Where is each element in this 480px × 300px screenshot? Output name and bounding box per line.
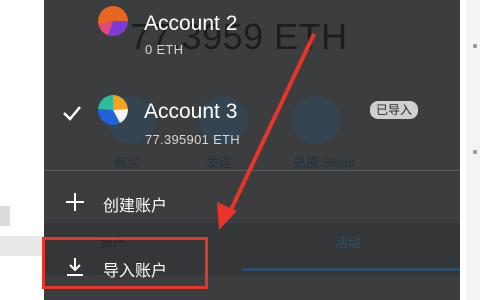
background-left-edge <box>0 0 44 300</box>
create-account-label: 创建账户 <box>103 198 168 215</box>
account-balance: 0 ETH <box>145 42 184 57</box>
menu-divider <box>44 170 460 171</box>
account-name: Account 3 <box>144 100 238 123</box>
background-strip <box>0 236 44 256</box>
swap-label: 兑换 Swap <box>293 155 356 170</box>
account-row-2[interactable]: Account 2 0 ETH <box>44 0 460 60</box>
account-avatar <box>98 6 128 36</box>
check-icon <box>63 106 81 121</box>
background-shade <box>0 206 10 226</box>
background-right-edge <box>466 0 480 300</box>
send-label: 发送 <box>206 155 233 170</box>
background-marker <box>473 44 477 48</box>
account-name: Account 2 <box>144 12 238 35</box>
account-balance: 77.395901 ETH <box>145 132 240 147</box>
create-account-button[interactable]: 创建账户 <box>44 180 460 224</box>
plus-icon <box>66 193 84 211</box>
highlight-box <box>42 237 208 289</box>
background-marker <box>473 150 477 154</box>
account-avatar <box>98 95 128 125</box>
account-row-3[interactable]: Account 3 77.395901 ETH <box>44 90 460 150</box>
buy-label: 购买 <box>114 155 141 170</box>
imported-badge: 已导入 <box>370 101 419 119</box>
